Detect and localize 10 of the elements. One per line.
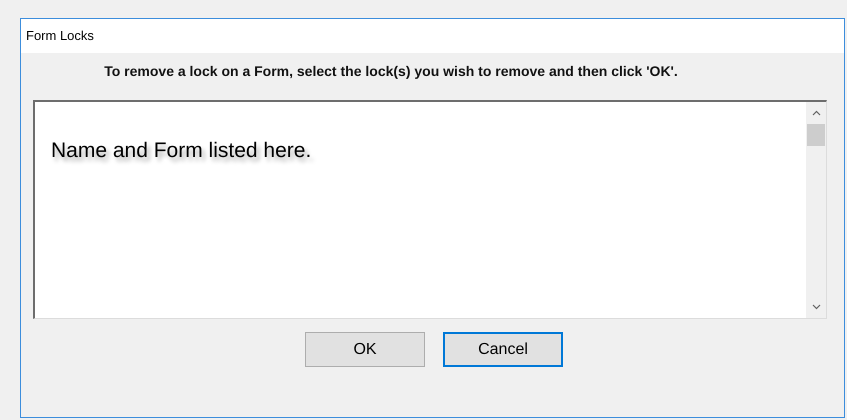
instruction-text: To remove a lock on a Form, select the lock(s) you wish to remove and then click 'OK'. (103, 62, 679, 80)
scroll-up-icon[interactable] (812, 110, 820, 116)
scrollbar-thumb[interactable] (807, 124, 825, 146)
dialog-button[interactable]: OK (305, 332, 425, 367)
scroll-down-icon[interactable] (812, 304, 820, 310)
vertical-scrollbar[interactable] (806, 102, 826, 318)
list-item[interactable]: Name and Form listed here. (51, 135, 312, 166)
lock-list[interactable]: Name and Form listed here. (33, 100, 827, 319)
window-title: Form Locks (26, 27, 94, 46)
dialog-button[interactable]: Cancel (443, 332, 563, 367)
